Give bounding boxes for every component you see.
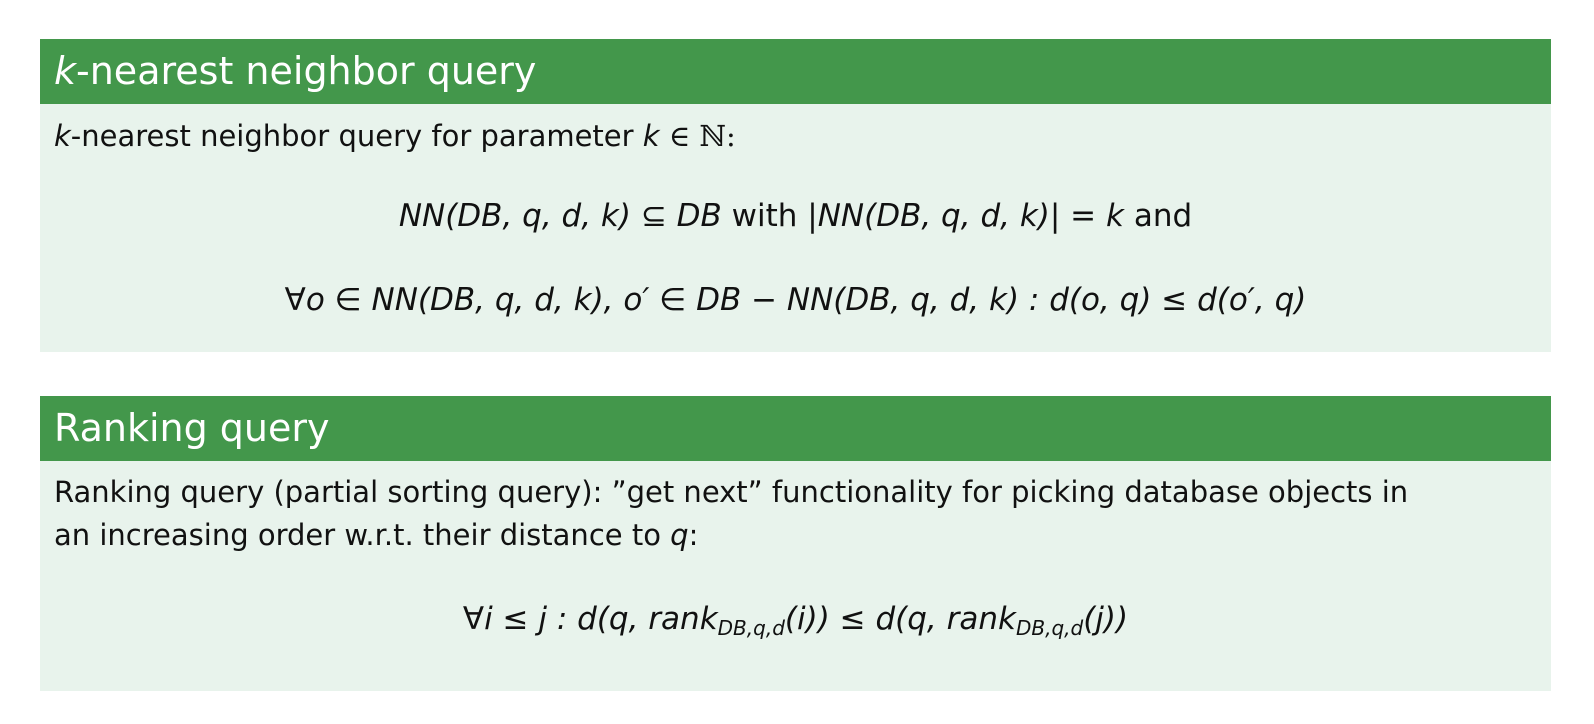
ranking-description: Ranking query (partial sorting query): ”… [54,471,1531,557]
ranking-var-q: q [670,518,689,552]
ranking-definition-block: Ranking query Ranking query (partial sor… [40,396,1551,691]
formula2: ∀o ∈ NN(DB, q, d, k), o′ ∈ DB − NN(DB, q… [284,282,1307,318]
ranking-block-body: Ranking query (partial sorting query): ”… [40,461,1551,691]
ranking-text-line-2-text: an increasing order w.r.t. their distanc… [54,518,661,552]
ranking-formula-part2: (i)) ≤ d(q, rank [784,601,1016,637]
ranking-title-text: Ranking query [54,406,330,450]
ranking-formula: ∀i ≤ j : d(q, rankDB,q,d(i)) ≤ d(q, rank… [40,596,1551,642]
formula1-cardinality: |NN(DB, q, d, k)| = k [807,198,1124,234]
intro-set: ∈ ℕ: [668,119,736,153]
intro-var-k: k [54,119,71,153]
formula1-and: and [1133,198,1193,234]
formula1-subset: ⊆ DB [640,198,722,234]
knn-block-body: k-nearest neighbor query for parameter k… [40,104,1551,352]
title-text: -nearest neighbor query [76,49,537,93]
ranking-text-line-2: an increasing order w.r.t. their distanc… [54,514,1531,557]
ranking-formula-sub1: DB,q,d [717,616,785,640]
intro-param-k: k [642,119,660,153]
knn-definition-block: k-nearest neighbor query k-nearest neigh… [40,39,1551,352]
formula1-with: with [731,198,798,234]
knn-formula-1: NN(DB, q, d, k) ⊆ DB with |NN(DB, q, d, … [40,193,1551,239]
ranking-formula-sub2: DB,q,d [1015,616,1084,640]
ranking-formula-part3: (j)) [1083,601,1129,637]
knn-block-title: k-nearest neighbor query [40,39,1551,104]
knn-intro-line: k-nearest neighbor query for parameter k… [54,114,736,158]
intro-text: -nearest neighbor query for parameter [70,119,634,153]
formula1-lhs: NN(DB, q, d, k) [398,198,631,234]
ranking-block-title: Ranking query [40,396,1551,461]
knn-formula-2: ∀o ∈ NN(DB, q, d, k), o′ ∈ DB − NN(DB, q… [40,277,1551,323]
ranking-text-line-1: Ranking query (partial sorting query): ”… [54,475,1409,509]
ranking-formula-part1: ∀i ≤ j : d(q, rank [462,601,718,637]
title-var-k: k [54,49,77,93]
ranking-colon: : [688,518,699,552]
